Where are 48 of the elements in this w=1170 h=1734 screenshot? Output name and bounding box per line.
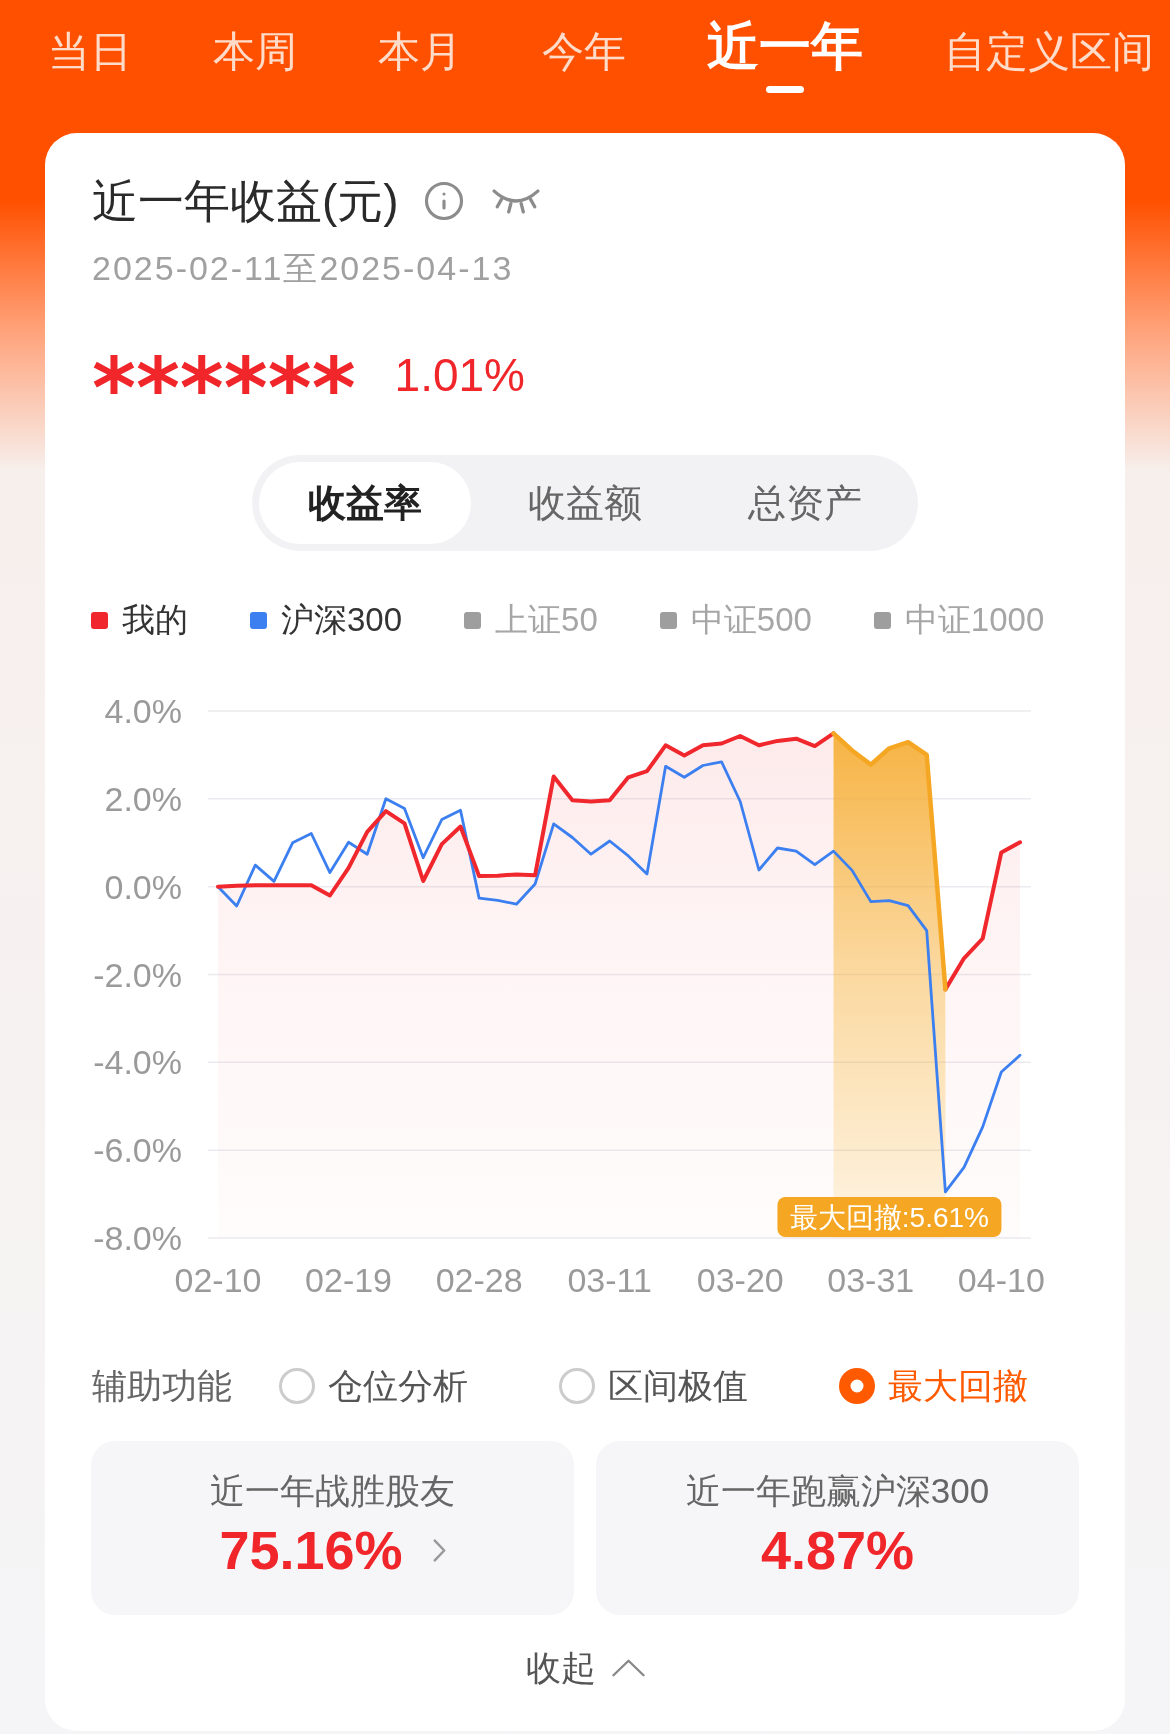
legend-item[interactable]: 我的 <box>91 600 188 640</box>
x-axis-label: 02-10 <box>174 1261 262 1299</box>
legend-item[interactable]: 中证1000 <box>873 600 1045 640</box>
legend-item[interactable]: 沪深300 <box>250 600 403 640</box>
x-axis-label: 04-10 <box>957 1261 1045 1299</box>
radio-option[interactable]: 区间极值 <box>559 1364 748 1408</box>
masked-amount: ****** <box>92 350 356 400</box>
x-axis-label: 03-11 <box>567 1261 652 1299</box>
x-axis-label: 03-31 <box>827 1261 915 1299</box>
period-tab[interactable]: 本周 <box>212 31 297 73</box>
period-tab[interactable]: 本月 <box>377 31 462 73</box>
y-axis-label: -6.0% <box>93 1131 182 1170</box>
legend-item[interactable]: 上证50 <box>464 600 598 640</box>
stat-value: 4.87% <box>760 1520 915 1580</box>
chevron-up-icon <box>611 1659 645 1677</box>
max-drawdown-tag: 最大回撤:5.61% <box>777 1197 1002 1237</box>
x-axis-label: 03-20 <box>696 1261 784 1299</box>
x-axis-label: 02-19 <box>305 1261 393 1299</box>
radio-option[interactable]: 最大回撤 <box>839 1364 1028 1408</box>
summary-title: 近一年收益(元) <box>92 174 399 229</box>
collapse-button[interactable]: 收起 <box>525 1646 645 1690</box>
period-tab[interactable]: 当日 <box>48 31 132 73</box>
chevron-right-icon <box>432 1538 446 1562</box>
legend-item[interactable]: 中证500 <box>659 600 812 640</box>
y-axis-label: -4.0% <box>93 1043 182 1082</box>
stat-card[interactable]: 近一年战胜股友 75.16% <box>91 1441 574 1615</box>
view-tab[interactable]: 收益额 <box>479 462 691 544</box>
x-axis-label: 02-28 <box>435 1261 523 1299</box>
y-axis-label: -8.0% <box>93 1219 182 1257</box>
y-axis-label: 4.0% <box>104 692 182 730</box>
period-tab[interactable]: 今年 <box>542 31 627 73</box>
period-tab[interactable]: 近一年 <box>707 20 864 72</box>
stat-label: 近一年跑赢沪深300 <box>685 1470 990 1512</box>
date-range: 2025-02-11至2025-04-13 <box>92 249 514 287</box>
return-rate: 1.01% <box>394 349 525 401</box>
stat-label: 近一年战胜股友 <box>210 1470 455 1512</box>
info-icon[interactable] <box>422 180 465 222</box>
y-axis-label: -2.0% <box>93 955 182 994</box>
y-axis-label: 2.0% <box>104 779 182 818</box>
y-axis-label: 0.0% <box>104 867 182 906</box>
assist-label: 辅助功能 <box>92 1365 232 1407</box>
stat-value: 75.16% <box>219 1520 403 1580</box>
view-tab[interactable]: 总资产 <box>699 462 911 544</box>
closed-eye-icon[interactable] <box>491 188 540 214</box>
radio-option[interactable]: 仓位分析 <box>279 1364 468 1408</box>
tab-underline <box>766 86 805 93</box>
view-tab[interactable]: 收益率 <box>259 462 471 544</box>
period-tab[interactable]: 自定义区间 <box>944 31 1154 73</box>
